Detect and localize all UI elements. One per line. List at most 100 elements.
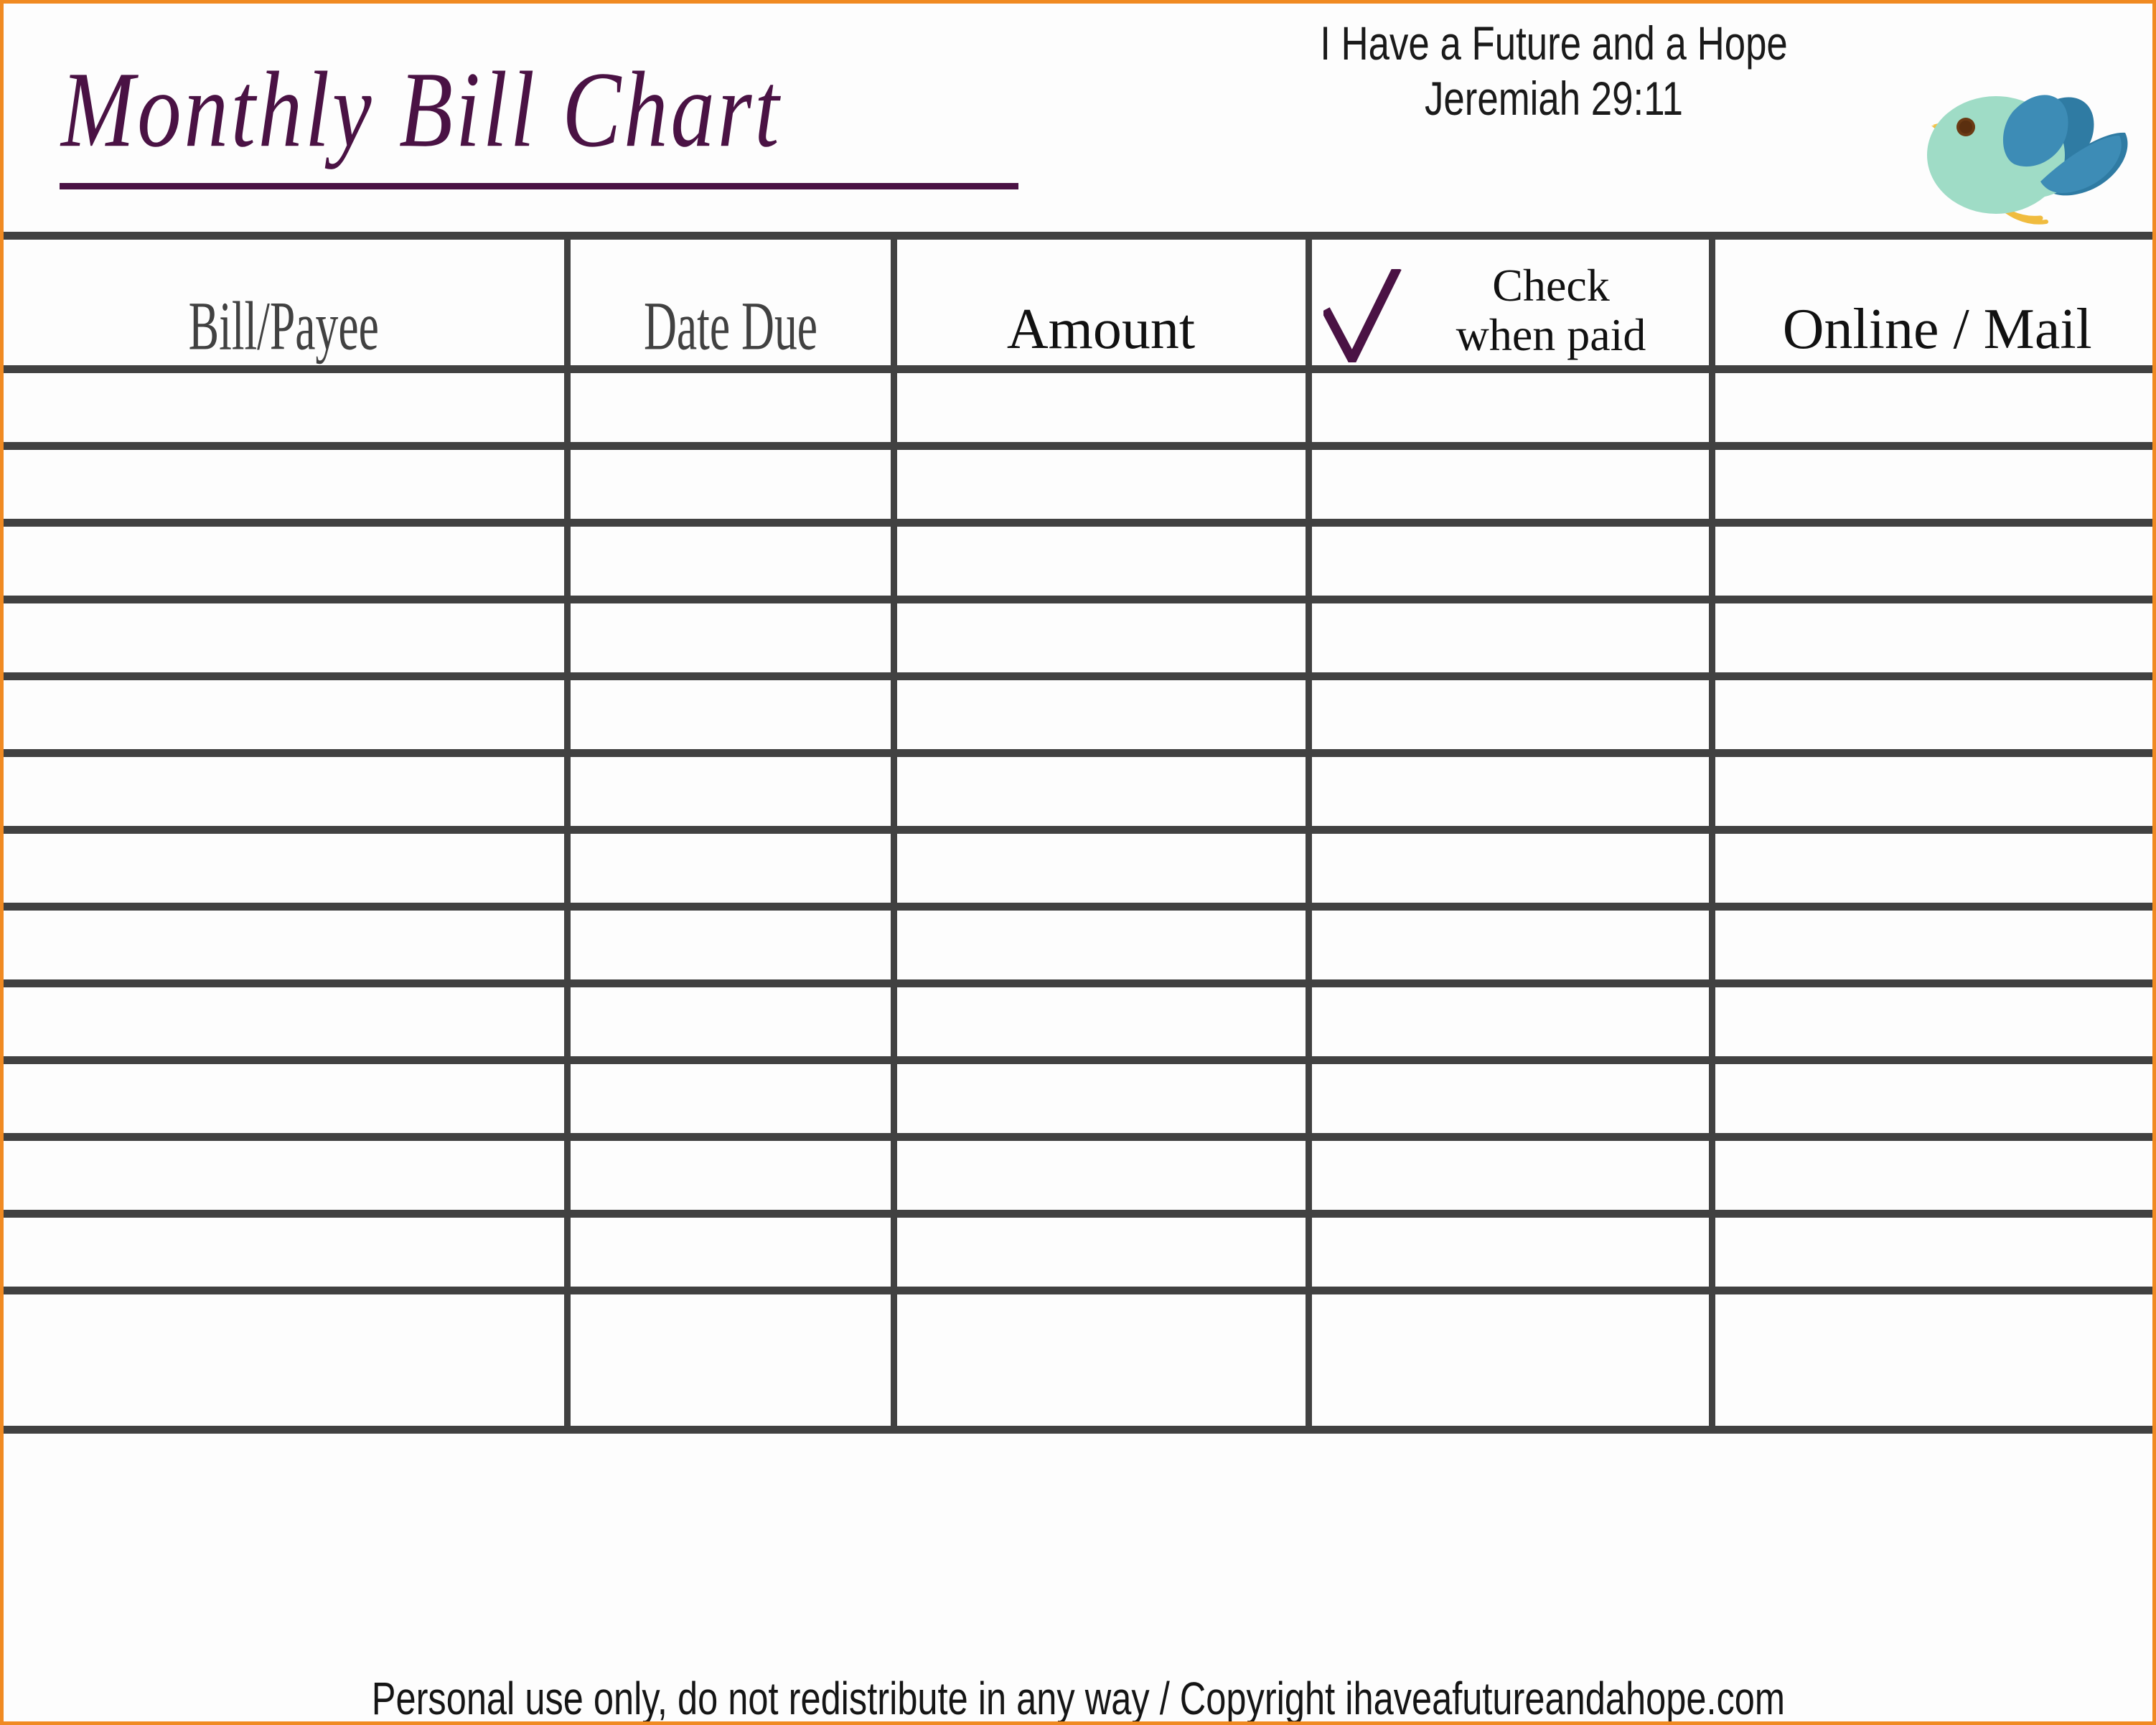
- cell-check[interactable]: [1305, 1210, 1715, 1294]
- cell-online[interactable]: [1708, 903, 2152, 987]
- table-row: [4, 749, 2152, 834]
- cell-amount[interactable]: [890, 1133, 1312, 1218]
- check-header-line1: Check: [1492, 259, 1610, 311]
- column-header-online-mail-label: Online / Mail: [1782, 298, 2092, 361]
- cell-amount[interactable]: [890, 672, 1312, 757]
- tagline-verse-text: I Have a Future and a Hope: [1320, 17, 1788, 70]
- cell-bill[interactable]: [4, 749, 571, 834]
- cell-check[interactable]: [1305, 365, 1715, 450]
- check-header-line2: when paid: [1456, 309, 1646, 360]
- column-header-date-due-label: Date Due: [643, 287, 817, 365]
- table-row: [4, 903, 2152, 987]
- table-row: [4, 1287, 2152, 1434]
- page-header: Monthly Bill Chart I Have a Future and a…: [4, 4, 2152, 232]
- copyright-footer: Personal use only, do not redistribute i…: [4, 1675, 2152, 1721]
- table-header-row: Bill/Payee Date Due Amount Check when pa…: [4, 232, 2152, 373]
- table-row: [4, 596, 2152, 680]
- cell-check[interactable]: [1305, 672, 1715, 757]
- cell-online[interactable]: [1708, 596, 2152, 680]
- cell-date[interactable]: [563, 365, 897, 450]
- cell-amount[interactable]: [890, 365, 1312, 450]
- checkmark-icon: [1321, 265, 1402, 370]
- cell-check[interactable]: [1305, 1287, 1715, 1434]
- cell-check[interactable]: [1305, 442, 1715, 527]
- cell-bill[interactable]: [4, 519, 571, 603]
- cell-amount[interactable]: [890, 1056, 1312, 1141]
- cell-bill[interactable]: [4, 826, 571, 911]
- cell-date[interactable]: [563, 979, 897, 1064]
- column-header-bill-payee-label: Bill/Payee: [188, 287, 379, 365]
- cell-online[interactable]: [1708, 365, 2152, 450]
- cell-amount[interactable]: [890, 826, 1312, 911]
- table-row: [4, 442, 2152, 527]
- cell-amount[interactable]: [890, 1287, 1312, 1434]
- table-row: [4, 979, 2152, 1064]
- copyright-footer-text: Personal use only, do not redistribute i…: [371, 1673, 1785, 1724]
- cell-bill[interactable]: [4, 903, 571, 987]
- table-row: [4, 1133, 2152, 1218]
- cell-date[interactable]: [563, 1210, 897, 1294]
- cell-online[interactable]: [1708, 672, 2152, 757]
- cell-bill[interactable]: [4, 979, 571, 1064]
- cell-check[interactable]: [1305, 1056, 1715, 1141]
- cell-check[interactable]: [1305, 979, 1715, 1064]
- cell-amount[interactable]: [890, 749, 1312, 834]
- cell-date[interactable]: [563, 519, 897, 603]
- cell-date[interactable]: [563, 1056, 897, 1141]
- cell-bill[interactable]: [4, 1287, 571, 1434]
- cell-check[interactable]: [1305, 749, 1715, 834]
- cell-online[interactable]: [1708, 1056, 2152, 1141]
- cell-online[interactable]: [1708, 1287, 2152, 1434]
- column-header-online-mail: Online / Mail: [1708, 232, 2152, 373]
- cell-date[interactable]: [563, 1287, 897, 1434]
- column-header-check-when-paid: Check when paid: [1305, 232, 1715, 373]
- cell-check[interactable]: [1305, 826, 1715, 911]
- cell-date[interactable]: [563, 1133, 897, 1218]
- cell-check[interactable]: [1305, 519, 1715, 603]
- cell-bill[interactable]: [4, 1056, 571, 1141]
- cell-online[interactable]: [1708, 979, 2152, 1064]
- tagline-block: I Have a Future and a Hope Jeremiah 29:1…: [1173, 17, 1934, 126]
- check-header-labels: Check when paid: [1398, 260, 1705, 359]
- column-header-amount: Amount: [890, 232, 1312, 373]
- bill-table: Bill/Payee Date Due Amount Check when pa…: [4, 232, 2152, 1434]
- cell-date[interactable]: [563, 903, 897, 987]
- cell-online[interactable]: [1708, 826, 2152, 911]
- cell-bill[interactable]: [4, 365, 571, 450]
- cell-bill[interactable]: [4, 1210, 571, 1294]
- check-header-wrapper: Check when paid: [1312, 240, 1709, 370]
- bird-icon: [1913, 72, 2152, 227]
- cell-online[interactable]: [1708, 1133, 2152, 1218]
- cell-check[interactable]: [1305, 1133, 1715, 1218]
- cell-amount[interactable]: [890, 442, 1312, 527]
- table-row: [4, 1056, 2152, 1141]
- table-row: [4, 672, 2152, 757]
- cell-amount[interactable]: [890, 1210, 1312, 1294]
- cell-online[interactable]: [1708, 1210, 2152, 1294]
- cell-online[interactable]: [1708, 519, 2152, 603]
- column-header-amount-label: Amount: [1006, 298, 1196, 361]
- title-underline-rule: [60, 183, 1018, 189]
- printable-bill-chart-page: Monthly Bill Chart I Have a Future and a…: [0, 0, 2156, 1725]
- cell-amount[interactable]: [890, 979, 1312, 1064]
- cell-date[interactable]: [563, 826, 897, 911]
- cell-bill[interactable]: [4, 672, 571, 757]
- column-header-date-due: Date Due: [563, 232, 897, 373]
- tagline-verse-reference: Jeremiah 29:11: [1424, 72, 1684, 126]
- cell-date[interactable]: [563, 749, 897, 834]
- table-row: [4, 365, 2152, 450]
- cell-amount[interactable]: [890, 519, 1312, 603]
- cell-date[interactable]: [563, 442, 897, 527]
- cell-online[interactable]: [1708, 749, 2152, 834]
- cell-bill[interactable]: [4, 1133, 571, 1218]
- cell-date[interactable]: [563, 596, 897, 680]
- cell-online[interactable]: [1708, 442, 2152, 527]
- cell-date[interactable]: [563, 672, 897, 757]
- cell-check[interactable]: [1305, 903, 1715, 987]
- cell-bill[interactable]: [4, 596, 571, 680]
- cell-bill[interactable]: [4, 442, 571, 527]
- cell-check[interactable]: [1305, 596, 1715, 680]
- cell-amount[interactable]: [890, 596, 1312, 680]
- cell-amount[interactable]: [890, 903, 1312, 987]
- column-header-bill-payee: Bill/Payee: [4, 232, 571, 373]
